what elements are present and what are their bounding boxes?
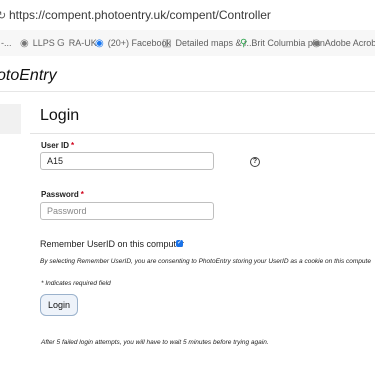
bookmark-item[interactable]: ◉Adobe Acrobat Ho [312, 38, 375, 49]
remember-checkbox[interactable]: ✓ [176, 240, 183, 247]
divider [30, 133, 375, 134]
google-icon: G [57, 38, 65, 49]
attempts-note: After 5 failed login attempts, you will … [41, 339, 269, 346]
page-title: Login [40, 107, 80, 124]
remember-label[interactable]: Remember UserID on this computer [40, 239, 184, 249]
required-note: * Indicates required field [41, 280, 111, 287]
globe-icon: ◉ [312, 38, 321, 49]
userid-label: User ID * [41, 141, 75, 150]
map-icon: ◫ [162, 38, 172, 49]
consent-text: By selecting Remember UserID, you are co… [40, 258, 371, 265]
login-button[interactable]: Login [40, 294, 78, 316]
help-icon[interactable]: ? [250, 157, 260, 167]
bookmark-item[interactable]: G RA-UK [57, 38, 97, 49]
required-marker: * [80, 190, 84, 199]
site-header: otoEntry [0, 56, 375, 92]
bookmark-item[interactable]: ◉ LLPS [20, 38, 55, 49]
reload-icon[interactable]: ↻ [0, 9, 6, 22]
password-field[interactable] [40, 202, 214, 220]
location-pin-icon: ⚲ [240, 38, 248, 49]
globe-icon: ◉ [20, 38, 29, 49]
bookmarks-bar: y -... ◉LLPS GRA-UK ◉(20+) Facebook ◫Det… [0, 30, 375, 57]
bookmark-item[interactable]: ◉ (20+) Facebook [95, 38, 171, 49]
userid-field[interactable] [40, 152, 214, 170]
url-text[interactable]: https://compent.photoentry.uk/compent/Co… [9, 8, 271, 22]
site-logo[interactable]: otoEntry [0, 67, 57, 85]
bookmark-item[interactable]: y -... [0, 38, 12, 48]
facebook-icon: ◉ [95, 38, 104, 49]
address-bar[interactable]: ↻ https://compent.photoentry.uk/compent/… [0, 0, 375, 30]
sidebar [0, 104, 21, 134]
password-label: Password * [41, 190, 84, 199]
required-marker: * [71, 141, 75, 150]
